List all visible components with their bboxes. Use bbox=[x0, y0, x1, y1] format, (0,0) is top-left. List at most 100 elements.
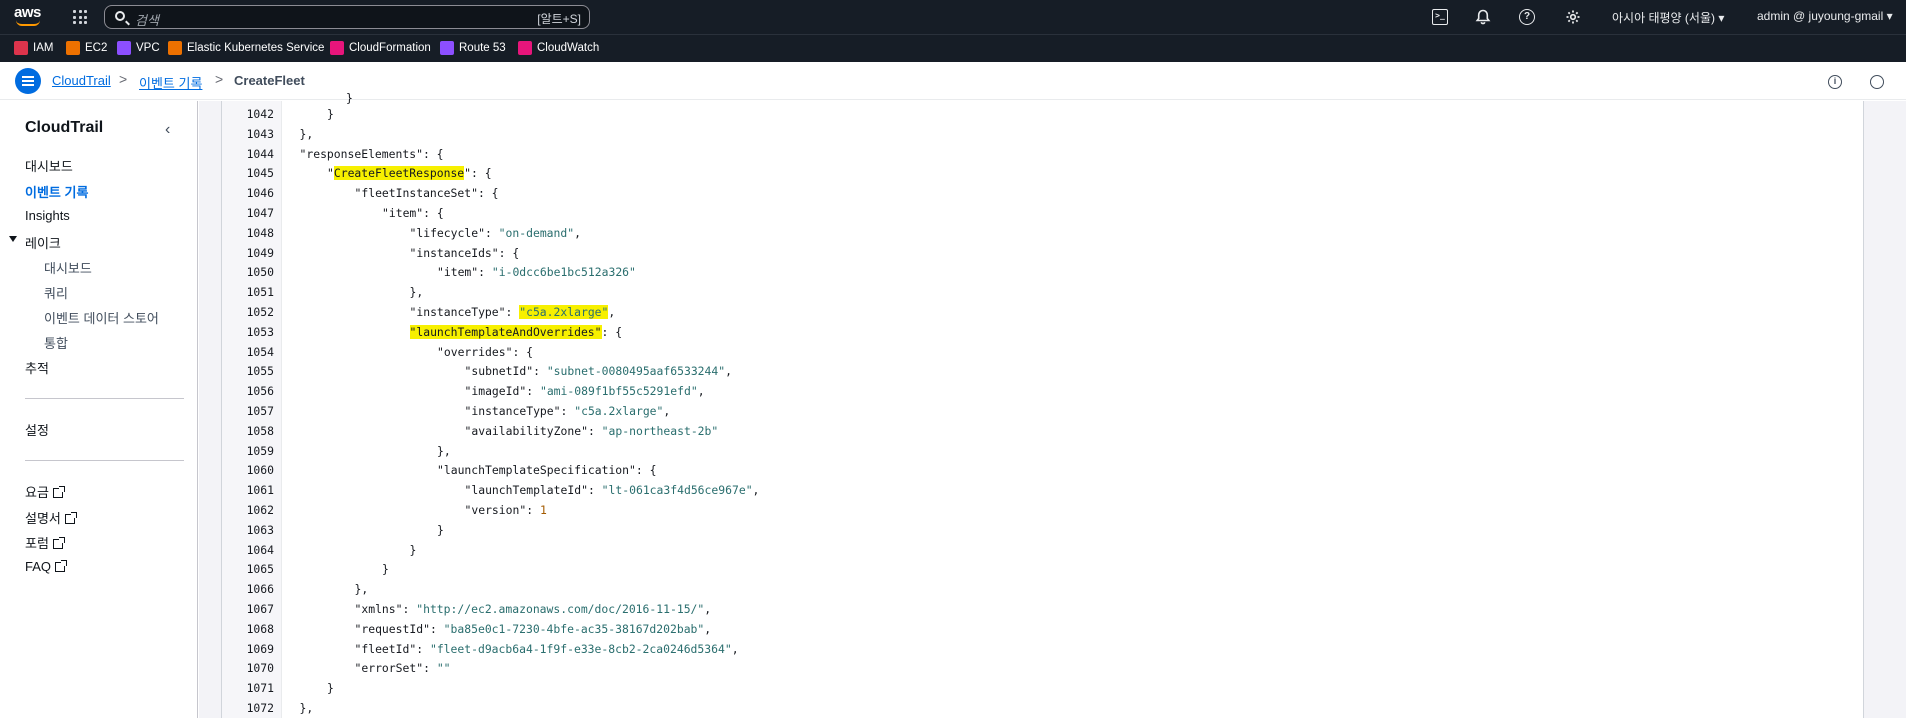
breadcrumb-cloudtrail[interactable]: CloudTrail bbox=[52, 73, 111, 88]
json-key: launchTemplateSpecification bbox=[443, 463, 630, 478]
sidebar-item-trails[interactable]: 추적 bbox=[25, 358, 49, 377]
info-icon[interactable]: i bbox=[1828, 75, 1842, 89]
sidebar-item-integrations[interactable]: 통합 bbox=[44, 333, 68, 352]
favorite-vpc[interactable]: VPC bbox=[117, 41, 160, 55]
sidebar-item-insights[interactable]: Insights bbox=[25, 208, 70, 223]
line-number: 1045 bbox=[246, 166, 274, 181]
favorite-route53[interactable]: Route 53 bbox=[440, 41, 506, 55]
code-text: "launchTemplateSpecification": { bbox=[437, 463, 657, 478]
sidebar-item-faq[interactable]: FAQ bbox=[25, 559, 68, 574]
favorite-label: VPC bbox=[136, 42, 160, 54]
line-number: 1070 bbox=[246, 661, 274, 676]
json-punct: : { bbox=[477, 186, 499, 201]
aws-logo[interactable]: aws bbox=[14, 4, 44, 28]
favorite-eks[interactable]: Elastic Kubernetes Service bbox=[168, 41, 324, 55]
line-number: 1058 bbox=[246, 423, 274, 438]
top-navigation: aws 검색 [알트+S] >_ ? 아시아 태평양 (서울) ▾ admin … bbox=[0, 0, 1906, 34]
code-brace: }, bbox=[409, 285, 424, 300]
sidebar-item-settings[interactable]: 설정 bbox=[25, 420, 49, 439]
sidebar-item-lake[interactable]: 레이크 bbox=[25, 233, 61, 252]
code-brace: } bbox=[437, 522, 444, 537]
json-key: subnetId bbox=[471, 364, 527, 379]
json-punct: : { bbox=[498, 245, 520, 260]
line-number: 1062 bbox=[246, 503, 274, 517]
sidebar: CloudTrail ‹ 대시보드 이벤트 기록 Insights 레이크 대시… bbox=[0, 101, 198, 718]
line-number: 1068 bbox=[246, 621, 274, 636]
code-text: }, bbox=[410, 283, 424, 301]
code-text: }, bbox=[300, 125, 314, 143]
help-icon[interactable]: ? bbox=[1519, 9, 1535, 25]
cloudshell-icon[interactable]: >_ bbox=[1432, 9, 1448, 25]
code-text: "availabilityZone": "ap-northeast-2b" bbox=[464, 423, 719, 438]
code-brace: }, bbox=[354, 582, 369, 597]
json-key: instanceType bbox=[471, 404, 554, 418]
code-text: } bbox=[410, 541, 417, 559]
event-record-json[interactable]: } 1042} 1043}, 1044 "responseElements": {10… bbox=[221, 91, 1864, 718]
favorite-cloudwatch[interactable]: CloudWatch bbox=[518, 41, 599, 55]
vpc-icon bbox=[117, 41, 131, 55]
favorite-ec2[interactable]: EC2 bbox=[66, 41, 107, 55]
caret-down-icon[interactable] bbox=[9, 236, 17, 242]
code-text: "fleetInstanceSet": { bbox=[354, 186, 499, 201]
gear-icon[interactable] bbox=[1565, 9, 1581, 25]
sidebar-item-pricing[interactable]: 요금 bbox=[25, 482, 65, 501]
bell-icon[interactable] bbox=[1475, 9, 1491, 25]
sidebar-item-query[interactable]: 쿼리 bbox=[44, 283, 68, 302]
sidebar-item-dashboard[interactable]: 대시보드 bbox=[25, 156, 73, 175]
collapse-icon[interactable]: ‹ bbox=[165, 121, 170, 139]
code-text: "subnetId": "subnet-0080495aaf6533244", bbox=[464, 364, 732, 379]
json-punct: : { bbox=[512, 344, 534, 359]
services-menu-icon[interactable] bbox=[73, 10, 87, 24]
json-string: "i-0dcc6be1bc512a326" bbox=[491, 265, 636, 280]
favorite-cloudformation[interactable]: CloudFormation bbox=[330, 41, 431, 55]
search-input[interactable]: 검색 [알트+S] bbox=[104, 5, 590, 29]
code-text: "CreateFleetResponse": { bbox=[327, 166, 492, 181]
region-selector[interactable]: 아시아 태평양 (서울) ▾ bbox=[1612, 9, 1724, 26]
sidebar-item-event-data-store[interactable]: 이벤트 데이터 스토어 bbox=[44, 308, 159, 327]
sidebar-item-forums[interactable]: 포럼 bbox=[25, 533, 65, 552]
json-punct: : { bbox=[423, 206, 444, 220]
external-link-icon bbox=[64, 512, 77, 524]
code-text: } bbox=[437, 521, 444, 539]
json-key: launchTemplateAndOverrides bbox=[416, 324, 595, 339]
sidebar-item-label: FAQ bbox=[25, 559, 52, 574]
code-text: "xmlns": "http://ec2.amazonaws.com/doc/2… bbox=[354, 602, 712, 616]
line-number: 1043 bbox=[246, 126, 274, 141]
line-number: 1053 bbox=[246, 324, 274, 339]
code-text: "version": 1 bbox=[464, 503, 547, 517]
favorite-iam[interactable]: IAM bbox=[14, 41, 53, 55]
line-number: 1056 bbox=[246, 384, 274, 399]
sidebar-item-event-history[interactable]: 이벤트 기록 bbox=[25, 182, 88, 201]
sidebar-title: CloudTrail bbox=[25, 119, 104, 136]
json-string: "c5a.2xlarge" bbox=[519, 305, 609, 319]
line-number: 1047 bbox=[246, 206, 274, 220]
json-key: requestId bbox=[361, 621, 424, 636]
line-number: 1052 bbox=[246, 305, 274, 319]
eks-icon bbox=[168, 41, 182, 55]
favorite-label: IAM bbox=[33, 42, 54, 54]
line-number: 1059 bbox=[246, 443, 274, 458]
favorites-bar: IAM EC2 VPC Elastic Kubernetes Service C… bbox=[0, 34, 1906, 62]
preferences-icon[interactable] bbox=[1870, 75, 1884, 89]
favorite-label: Elastic Kubernetes Service bbox=[187, 42, 325, 54]
sidebar-item-documentation[interactable]: 설명서 bbox=[25, 508, 77, 527]
json-string: "fleet-d9acb6a4-1f9f-e33e-8cb2-2ca0246d5… bbox=[429, 641, 732, 656]
breadcrumb-separator: > bbox=[215, 71, 224, 87]
aws-logo-text: aws bbox=[14, 4, 41, 21]
sidebar-item-lake-dashboard[interactable]: 대시보드 bbox=[44, 258, 92, 277]
line-number: 1067 bbox=[246, 602, 274, 616]
breadcrumb-event-history[interactable]: 이벤트 기록 bbox=[139, 73, 202, 92]
json-key: availabilityZone bbox=[471, 423, 582, 438]
json-key: responseElements bbox=[306, 146, 417, 161]
code-brace: }, bbox=[299, 126, 314, 141]
code-text: "launchTemplateAndOverrides": { bbox=[409, 324, 623, 339]
line-number: 1072 bbox=[246, 701, 274, 715]
json-string: "on-demand" bbox=[498, 225, 575, 240]
account-menu[interactable]: admin @ juyoung-gmail ▾ bbox=[1757, 9, 1893, 23]
menu-icon[interactable] bbox=[15, 68, 41, 94]
main-content: } 1042} 1043}, 1044 "responseElements": {10… bbox=[199, 91, 1906, 718]
search-icon bbox=[115, 11, 125, 21]
json-key: overrides bbox=[443, 344, 506, 359]
line-number: 1051 bbox=[246, 285, 274, 300]
code-brace: } bbox=[409, 542, 417, 557]
